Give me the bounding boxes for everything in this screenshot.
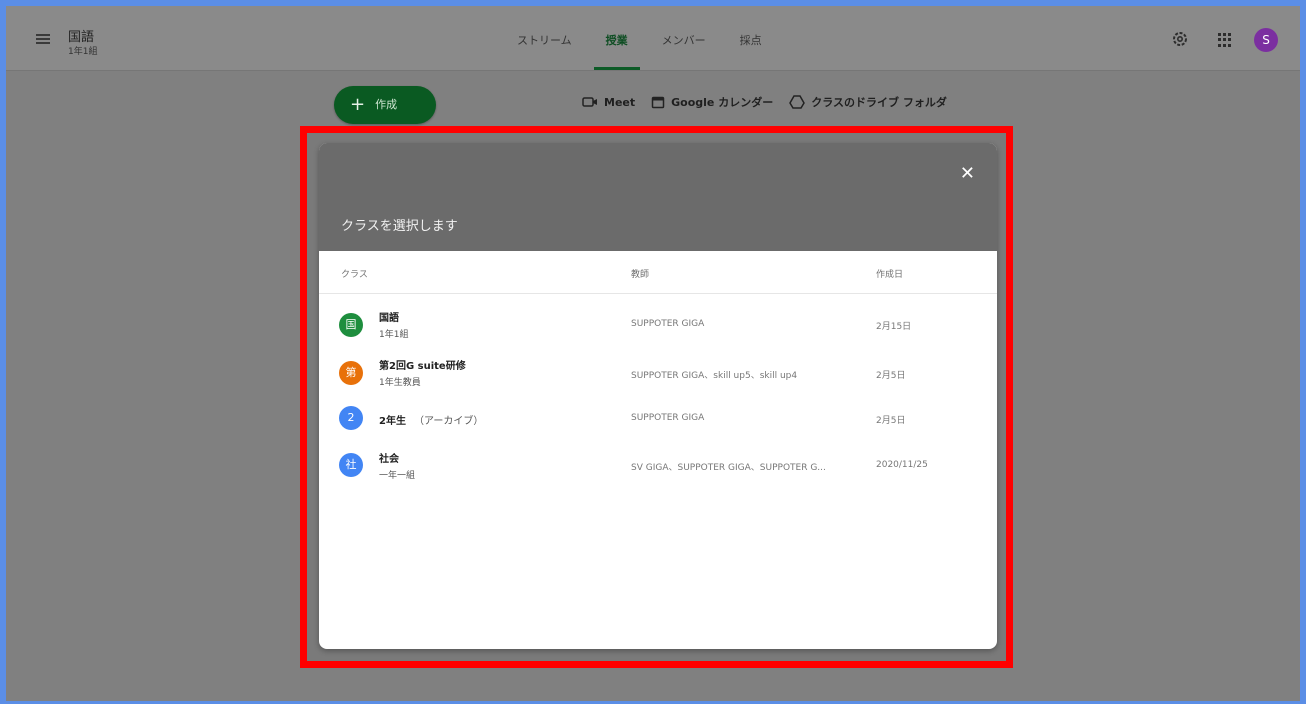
gear-icon[interactable]	[1172, 31, 1188, 47]
class-teacher: SV GIGA、SUPPOTER GIGA、SUPPOTER G...	[631, 463, 826, 473]
drive-icon	[789, 95, 806, 109]
tab-people[interactable]: メンバー	[650, 6, 718, 70]
calendar-label: Google カレンダー	[671, 96, 774, 109]
class-teacher: SUPPOTER GIGA	[631, 413, 705, 423]
class-avatar: 2	[339, 406, 363, 430]
classroom-window: 国語 1年1組 ストリーム 授業 メンバー 採点 S + 作成 Meet Goo…	[0, 0, 1306, 704]
class-name: 社会	[379, 454, 399, 465]
class-row[interactable]: 社 社会 一年一組 SV GIGA、SUPPOTER GIGA、SUPPOTER…	[319, 443, 997, 487]
calendar-icon	[651, 96, 665, 109]
drive-folder-link[interactable]: クラスのドライブ フォルダ	[789, 94, 947, 110]
class-avatar: 国	[339, 313, 363, 337]
create-button-label: 作成	[375, 98, 398, 111]
tab-stream[interactable]: ストリーム	[505, 6, 584, 70]
class-name: 2年生	[379, 416, 406, 427]
class-created-date: 2月5日	[876, 416, 906, 426]
class-teacher: SUPPOTER GIGA、skill up5、skill up4	[631, 371, 798, 381]
hamburger-menu-icon[interactable]	[36, 34, 50, 44]
class-avatar: 第	[339, 361, 363, 385]
create-button[interactable]: + 作成	[334, 86, 436, 124]
tab-grades[interactable]: 採点	[728, 6, 774, 70]
account-avatar[interactable]: S	[1254, 28, 1278, 52]
column-header-teacher: 教師	[631, 270, 650, 280]
meet-label: Meet	[604, 95, 636, 109]
class-avatar: 社	[339, 453, 363, 477]
class-section: 1年生教員	[379, 378, 421, 388]
class-row[interactable]: 国 国語 1年1組 SUPPOTER GIGA 2月15日	[319, 303, 997, 347]
dialog-title: クラスを選択します	[341, 219, 458, 234]
header-divider	[319, 293, 997, 294]
class-row[interactable]: 2 2年生 （アーカイブ） SUPPOTER GIGA 2月5日	[319, 403, 997, 447]
select-class-dialog: ✕ クラスを選択します クラス 教師 作成日 国 国語 1年1組 SUPPOTE…	[319, 143, 997, 649]
video-camera-icon	[582, 97, 597, 107]
class-section: 一年一組	[379, 471, 416, 481]
column-header-class: クラス	[341, 270, 368, 280]
calendar-link[interactable]: Google カレンダー	[651, 94, 773, 110]
class-created-date: 2月15日	[876, 322, 912, 332]
class-created-date: 2月5日	[876, 371, 906, 381]
class-row[interactable]: 第 第2回G suite研修 1年生教員 SUPPOTER GIGA、skill…	[319, 353, 997, 397]
top-app-bar: 国語 1年1組 ストリーム 授業 メンバー 採点 S	[6, 6, 1300, 71]
class-tabs: ストリーム 授業 メンバー 採点	[500, 6, 779, 70]
class-section: 1年1組	[379, 330, 409, 340]
close-icon[interactable]: ✕	[960, 163, 975, 184]
meet-link[interactable]: Meet	[582, 96, 635, 109]
column-header-created: 作成日	[876, 270, 904, 280]
class-name-line: 2年生 （アーカイブ）	[379, 412, 483, 427]
class-tools: Meet Google カレンダー クラスのドライブ フォルダ	[582, 94, 963, 110]
class-name: 第2回G suite研修	[379, 361, 466, 372]
tab-classwork[interactable]: 授業	[593, 6, 640, 70]
class-name: 国語	[379, 313, 399, 324]
class-teacher: SUPPOTER GIGA	[631, 319, 705, 329]
archived-label: （アーカイブ）	[413, 416, 484, 427]
class-created-date: 2020/11/25	[876, 460, 928, 470]
class-section: 1年1組	[68, 47, 98, 57]
plus-icon: +	[350, 94, 366, 115]
class-title[interactable]: 国語	[68, 26, 94, 45]
apps-grid-icon[interactable]	[1218, 33, 1232, 47]
dialog-header: ✕ クラスを選択します	[319, 143, 997, 251]
drive-label: クラスのドライブ フォルダ	[811, 96, 947, 109]
